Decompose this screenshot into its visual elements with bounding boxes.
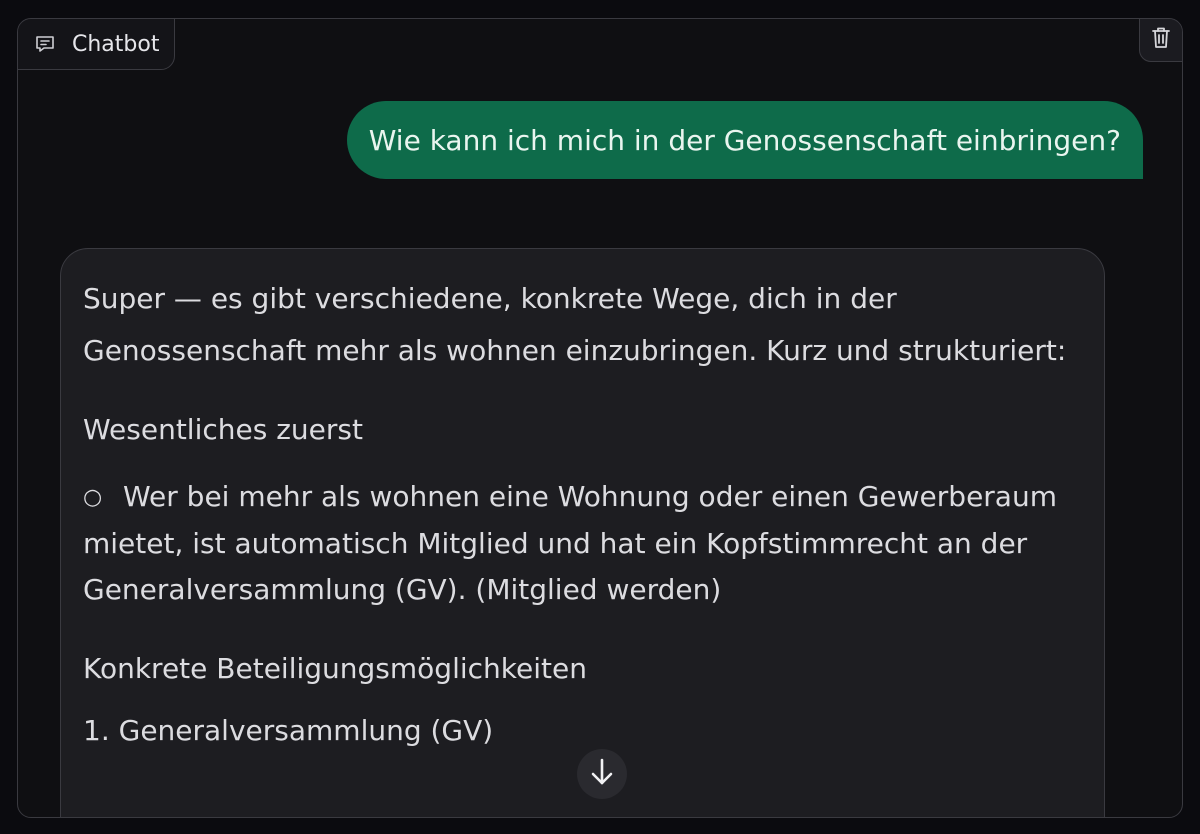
trash-icon (1150, 26, 1172, 54)
user-message: Wie kann ich mich in der Genossenschaft … (346, 101, 1143, 179)
chatbot-label-text: Chatbot (72, 31, 160, 57)
bot-heading-essentials: Wesentliches zuerst (83, 413, 363, 446)
bot-heading-participation: Konkrete Beteiligungsmöglichkeiten (83, 652, 587, 685)
clear-chat-button[interactable] (1139, 19, 1182, 62)
user-message-text: Wie kann ich mich in der Genossenschaft … (368, 123, 1121, 157)
scroll-to-bottom-button[interactable] (577, 749, 627, 799)
chatbot-panel: Chatbot Wie kann ich mich in der Genosse… (17, 18, 1183, 818)
chat-icon (34, 33, 56, 55)
bullet-marker: ○ (83, 485, 103, 510)
chatbot-label: Chatbot (18, 19, 175, 70)
bot-bullet-item: ○ Wer bei mehr als wohnen eine Wohnung od… (83, 474, 1082, 613)
bot-message: Super — es gibt verschiedene, konkrete W… (60, 248, 1105, 817)
bot-bullet-text: Wer bei mehr als wohnen eine Wohnung ode… (83, 480, 1057, 606)
arrow-down-icon (589, 757, 615, 791)
bot-numbered-item: 1. Generalversammlung (GV) (83, 714, 494, 747)
bot-intro-text: Super — es gibt verschiedene, konkrete W… (83, 282, 1067, 367)
